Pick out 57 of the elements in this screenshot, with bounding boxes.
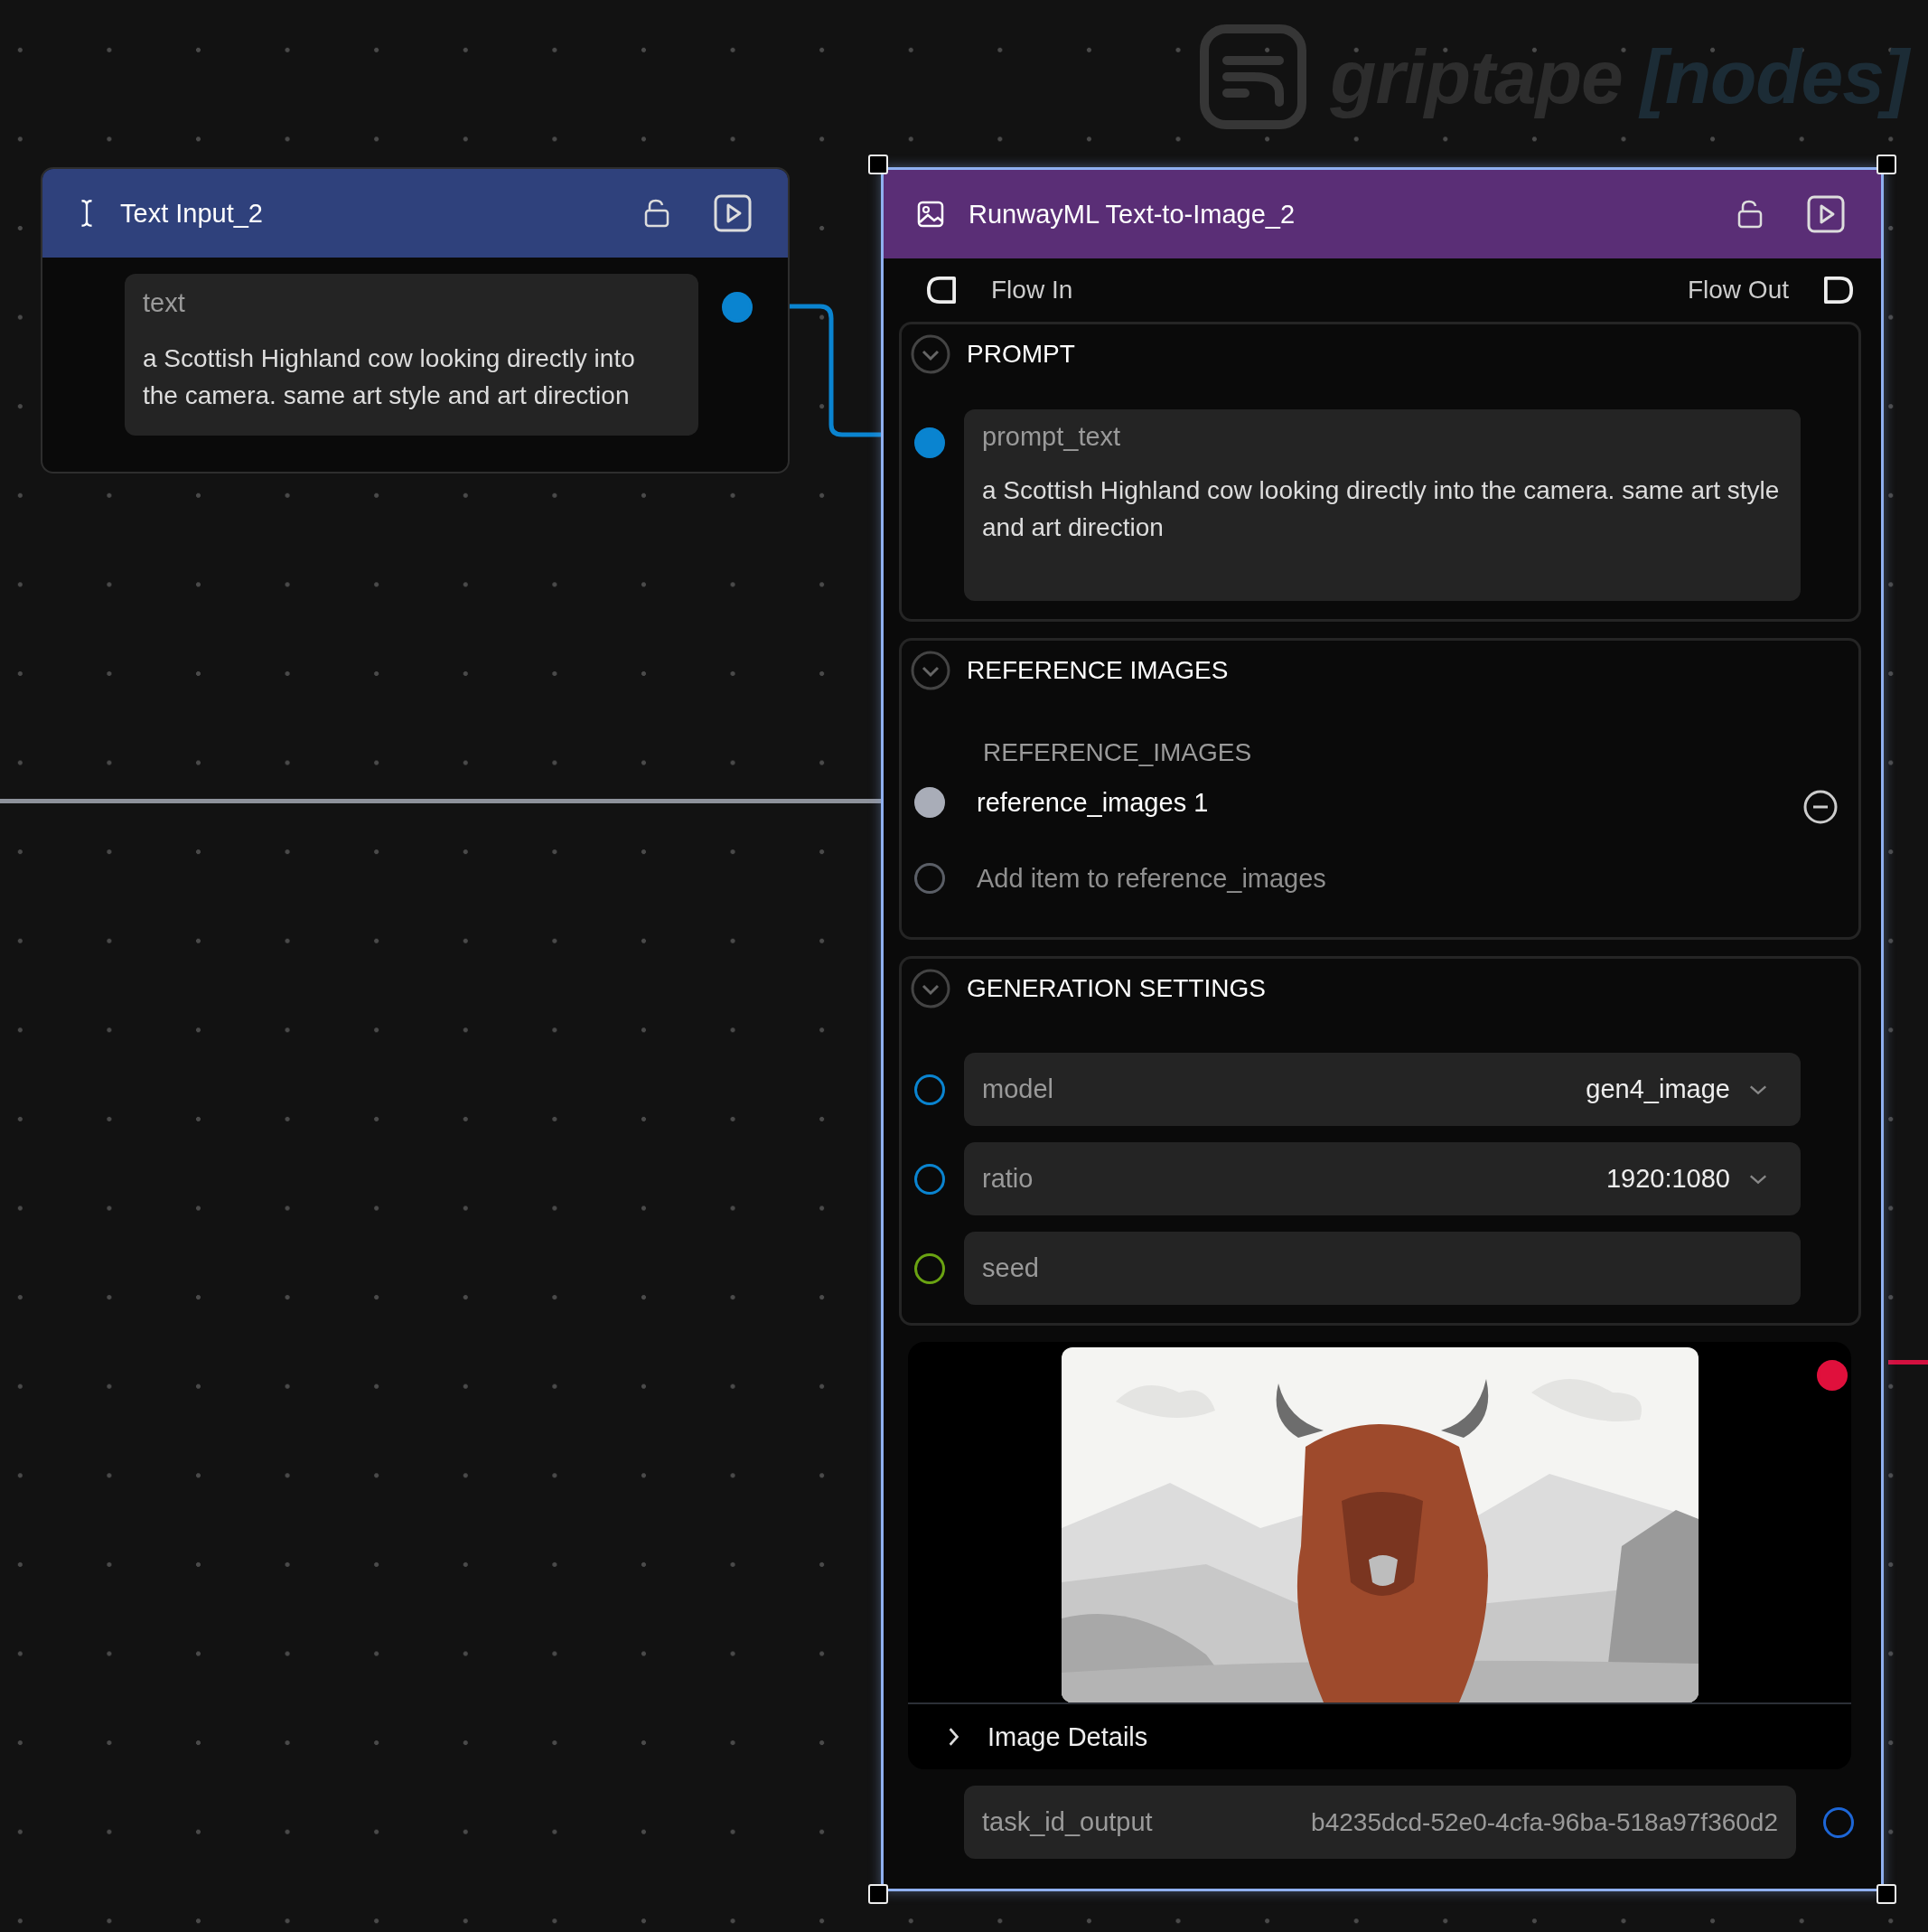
run-icon[interactable]: [714, 194, 752, 232]
collapse-icon[interactable]: [911, 969, 950, 1008]
list-item[interactable]: reference_images 1: [977, 787, 1209, 818]
input-port[interactable]: [914, 863, 945, 894]
resize-handle[interactable]: [868, 1884, 888, 1904]
text-input-node[interactable]: Text Input_2 text a Scottish Highland cow looking directly into the camera. same art style and art direction: [41, 167, 790, 474]
flow-out-port[interactable]: [1823, 276, 1854, 305]
flow-in-label: Flow In: [991, 276, 1073, 305]
unlock-icon[interactable]: [643, 198, 670, 229]
section-title: GENERATION SETTINGS: [967, 974, 1266, 1003]
field-label: seed: [982, 1253, 1039, 1283]
field-value: 1920:1080: [1605, 1164, 1730, 1194]
input-field[interactable]: seed: [964, 1232, 1801, 1305]
field-value: a Scottish Highland cow looking directly into the camera. same art style and art direction: [982, 475, 1781, 543]
remove-icon[interactable]: [1802, 789, 1839, 825]
output-port[interactable]: [1817, 1360, 1848, 1391]
unlock-icon[interactable]: [1736, 199, 1764, 230]
field-label: text: [143, 288, 186, 318]
output-port[interactable]: [722, 292, 753, 323]
input-port[interactable]: [914, 787, 945, 818]
node-title: RunwayML Text-to-Image_2: [969, 199, 1296, 230]
collapse-icon[interactable]: [911, 334, 950, 374]
details-toggle[interactable]: Image Details: [908, 1702, 1851, 1769]
prompt-field[interactable]: prompt_text a Scottish Highland cow looking directly into the camera. same art style and art direction: [964, 409, 1801, 601]
input-port[interactable]: [914, 1074, 945, 1105]
output-field[interactable]: task_id_output b4235dcd-52e0-4cfa-96ba-518a97f360d2: [964, 1786, 1796, 1859]
caret-icon: [1748, 1083, 1768, 1096]
resize-handle[interactable]: [1877, 1884, 1896, 1904]
collapse-icon[interactable]: [911, 651, 950, 690]
caret-icon: [1748, 1172, 1768, 1186]
field-value: gen4_image: [1586, 1074, 1730, 1104]
flow-in-port[interactable]: [926, 276, 957, 305]
add-item-link[interactable]: Add item to reference_images: [977, 863, 1326, 894]
section-title: REFERENCE IMAGES: [967, 656, 1229, 685]
field-value: b4235dcd-52e0-4cfa-96ba-518a97f360d2: [1311, 1807, 1778, 1837]
field-label: ratio: [982, 1164, 1034, 1194]
field-label: model: [982, 1074, 1053, 1104]
dropdown-field[interactable]: ratio 1920:1080: [964, 1142, 1801, 1215]
node-title: Text Input_2: [120, 198, 263, 229]
input-port[interactable]: [914, 1163, 945, 1195]
run-icon[interactable]: [1807, 195, 1845, 233]
logo-icon: [1200, 24, 1307, 129]
image-node[interactable]: [881, 167, 1884, 1891]
input-port[interactable]: [914, 427, 945, 458]
list-label: REFERENCE_IMAGES: [983, 738, 1252, 767]
output-port[interactable]: [1823, 1806, 1854, 1838]
resize-handle[interactable]: [868, 155, 888, 174]
section-title: PROMPT: [967, 340, 1075, 369]
text-field[interactable]: text a Scottish Highland cow looking directly into the camera. same art style and art direction: [125, 274, 698, 436]
dropdown-field[interactable]: model gen4_image: [964, 1053, 1801, 1126]
field-value: a Scottish Highland cow looking directly into the camera. same art style and art direction: [143, 343, 636, 411]
image-icon: [916, 200, 945, 229]
field-label: prompt_text: [982, 422, 1122, 452]
field-label: task_id_output: [982, 1807, 1153, 1837]
resize-handle[interactable]: [1877, 155, 1896, 174]
input-port[interactable]: [914, 1252, 945, 1284]
flow-out-label: Flow Out: [1687, 276, 1789, 305]
